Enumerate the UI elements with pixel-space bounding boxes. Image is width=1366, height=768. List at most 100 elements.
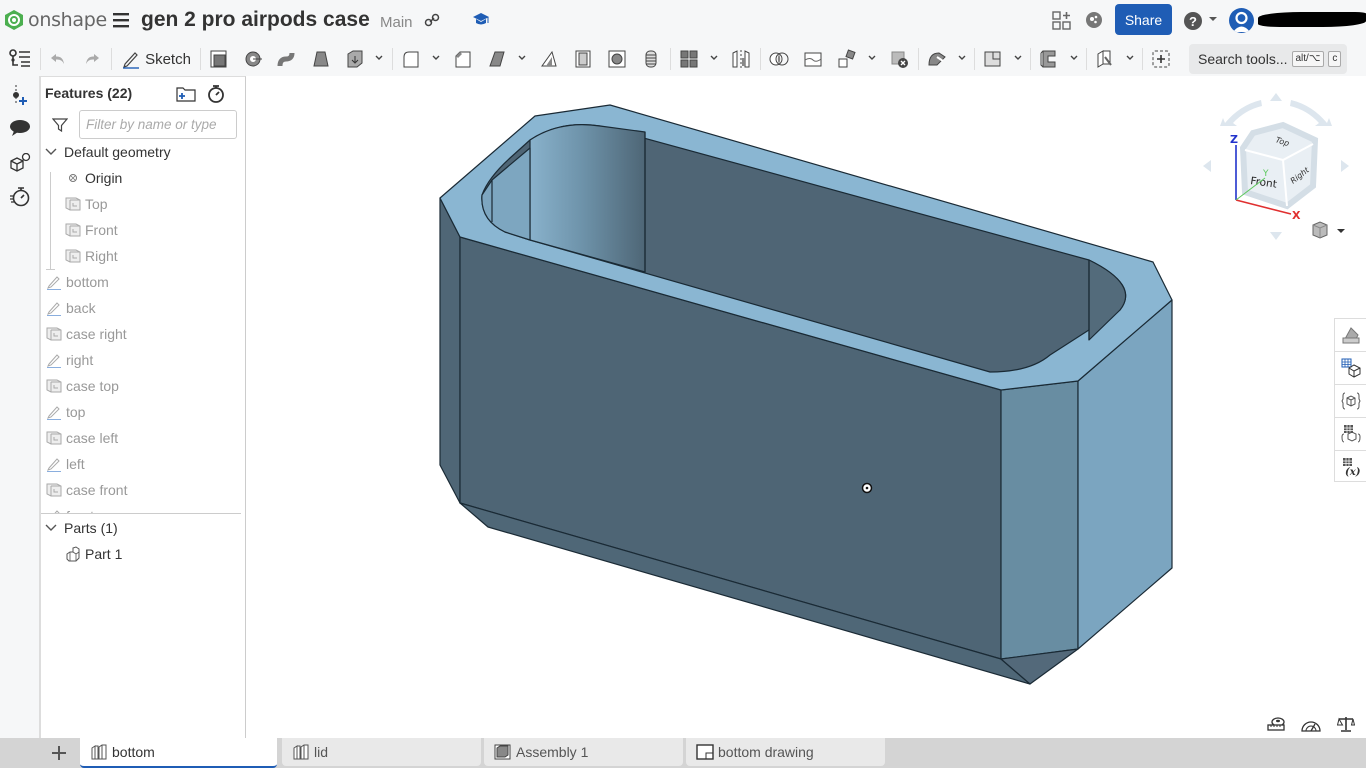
document-title[interactable]: gen 2 pro airpods case	[141, 8, 370, 32]
part-item[interactable]: Part 1	[65, 542, 265, 566]
pattern-button[interactable]	[678, 47, 700, 71]
feature-item-plane[interactable]: case front	[46, 478, 246, 502]
ai-advisor-icon[interactable]	[1085, 11, 1103, 29]
learning-center-icon[interactable]	[472, 12, 490, 28]
tab-bottom-drawing[interactable]: bottom drawing	[686, 738, 885, 766]
view-cube[interactable]: Top Front Right Z X Y	[1195, 88, 1355, 243]
feature-item-sketch[interactable]: back	[46, 296, 246, 320]
parts-group[interactable]: Parts (1)	[44, 516, 244, 540]
tree-item-right-plane[interactable]: Right	[65, 244, 265, 268]
chevron-down-icon[interactable]	[1014, 54, 1022, 62]
delete-part-button[interactable]	[888, 47, 910, 71]
share-button[interactable]: Share	[1115, 4, 1172, 35]
chevron-down-icon[interactable]	[1126, 54, 1134, 62]
sweep-button[interactable]	[276, 47, 298, 71]
link-icon[interactable]	[424, 12, 440, 28]
view-options-button[interactable]	[1312, 221, 1345, 239]
protractor-icon[interactable]	[1300, 715, 1322, 733]
chamfer-button[interactable]	[452, 47, 474, 71]
add-custom-feature-button[interactable]	[1150, 47, 1172, 71]
rotate-left-arrow[interactable]	[1203, 160, 1211, 172]
rotate-cw-arrow[interactable]	[1290, 100, 1332, 126]
tab-lid[interactable]: lid	[282, 738, 481, 766]
extrude-button[interactable]	[208, 47, 230, 71]
chevron-down-icon[interactable]	[44, 521, 58, 535]
thicken-button[interactable]	[344, 47, 366, 71]
username-redacted[interactable]	[1258, 12, 1366, 27]
sheet-metal-button[interactable]	[926, 47, 948, 71]
appearance-panel-button[interactable]	[1339, 323, 1363, 347]
rotate-up-arrow[interactable]	[1270, 93, 1282, 101]
branch-label[interactable]: Main	[380, 14, 413, 31]
feature-item-sketch[interactable]: bottom	[46, 270, 246, 294]
add-folder-icon[interactable]	[176, 85, 196, 103]
chevron-down-icon[interactable]	[518, 54, 526, 62]
chevron-down-icon[interactable]	[44, 145, 58, 159]
feature-item-sketch[interactable]: left	[46, 452, 246, 476]
loft-button[interactable]	[310, 47, 332, 71]
help-icon[interactable]: ?	[1183, 11, 1203, 31]
feature-item-plane[interactable]: case right	[46, 322, 246, 346]
user-avatar[interactable]	[1229, 8, 1254, 33]
comments-button[interactable]	[8, 116, 32, 140]
default-geometry-group[interactable]: Default geometry	[44, 140, 244, 164]
rollback-timer-icon[interactable]	[206, 84, 226, 104]
configurations-button[interactable]	[8, 151, 32, 175]
redo-button[interactable]	[82, 47, 102, 71]
measure-tool-icon[interactable]	[1266, 715, 1286, 733]
surface-button[interactable]	[1094, 47, 1116, 71]
custom-table-panel-button[interactable]	[1339, 422, 1363, 446]
rib-button[interactable]	[538, 47, 560, 71]
variables-panel-button[interactable]	[1339, 389, 1363, 413]
split-button[interactable]	[802, 47, 824, 71]
chevron-down-icon[interactable]	[1070, 54, 1078, 62]
variable-table-panel-button[interactable]: (x)	[1339, 455, 1363, 479]
revolve-button[interactable]	[242, 47, 264, 71]
onshape-logo[interactable]: onshape	[4, 9, 107, 31]
thread-button[interactable]	[640, 47, 662, 71]
feature-item-sketch[interactable]: top	[46, 400, 246, 424]
transform-button[interactable]	[836, 47, 858, 71]
add-mate-connector-button[interactable]	[8, 83, 32, 107]
fillet-button[interactable]	[400, 47, 422, 71]
feature-item-sketch[interactable]: front	[46, 504, 241, 513]
feature-list-toggle[interactable]	[8, 47, 32, 71]
frame-button[interactable]	[1038, 47, 1060, 71]
search-tools-input[interactable]: Search tools... alt/⌥ c	[1189, 44, 1347, 74]
help-caret-icon[interactable]	[1209, 17, 1217, 21]
rotate-ccw-arrow[interactable]	[1220, 100, 1262, 126]
view-cube-body[interactable]: Top Front Right	[1239, 121, 1319, 210]
hole-button[interactable]	[606, 47, 628, 71]
menu-icon[interactable]	[113, 11, 129, 29]
plane-button[interactable]	[982, 47, 1004, 71]
feature-item-plane[interactable]: case top	[46, 374, 246, 398]
chevron-down-icon[interactable]	[868, 54, 876, 62]
mass-properties-icon[interactable]	[1337, 715, 1355, 733]
chevron-down-icon[interactable]	[710, 54, 718, 62]
feature-filter-input[interactable]	[79, 110, 237, 139]
tree-item-front-plane[interactable]: Front	[65, 218, 265, 242]
chevron-down-icon[interactable]	[1337, 229, 1345, 233]
draft-button[interactable]	[486, 47, 508, 71]
sketch-button[interactable]: Sketch	[120, 47, 192, 71]
chevron-down-icon[interactable]	[375, 54, 383, 62]
tab-assembly-1[interactable]: Assembly 1	[484, 738, 683, 766]
tab-bottom[interactable]: bottom	[80, 738, 277, 768]
tree-item-top-plane[interactable]: Top	[65, 192, 265, 216]
chevron-down-icon[interactable]	[432, 54, 440, 62]
tree-item-origin[interactable]: Origin	[65, 166, 265, 190]
add-tab-button[interactable]	[40, 738, 78, 768]
rotate-down-arrow[interactable]	[1270, 232, 1282, 240]
feature-item-plane[interactable]: case left	[46, 426, 246, 450]
rotate-right-arrow[interactable]	[1341, 160, 1349, 172]
performance-analysis-button[interactable]	[8, 185, 32, 209]
feature-item-sketch[interactable]: right	[46, 348, 246, 372]
mirror-button[interactable]	[730, 47, 752, 71]
undo-button[interactable]	[48, 47, 68, 71]
bom-panel-button[interactable]	[1339, 356, 1363, 380]
chevron-down-icon[interactable]	[958, 54, 966, 62]
filter-icon[interactable]	[52, 117, 68, 133]
shell-button[interactable]	[572, 47, 594, 71]
app-store-icon[interactable]	[1052, 11, 1072, 31]
boolean-button[interactable]	[768, 47, 790, 71]
